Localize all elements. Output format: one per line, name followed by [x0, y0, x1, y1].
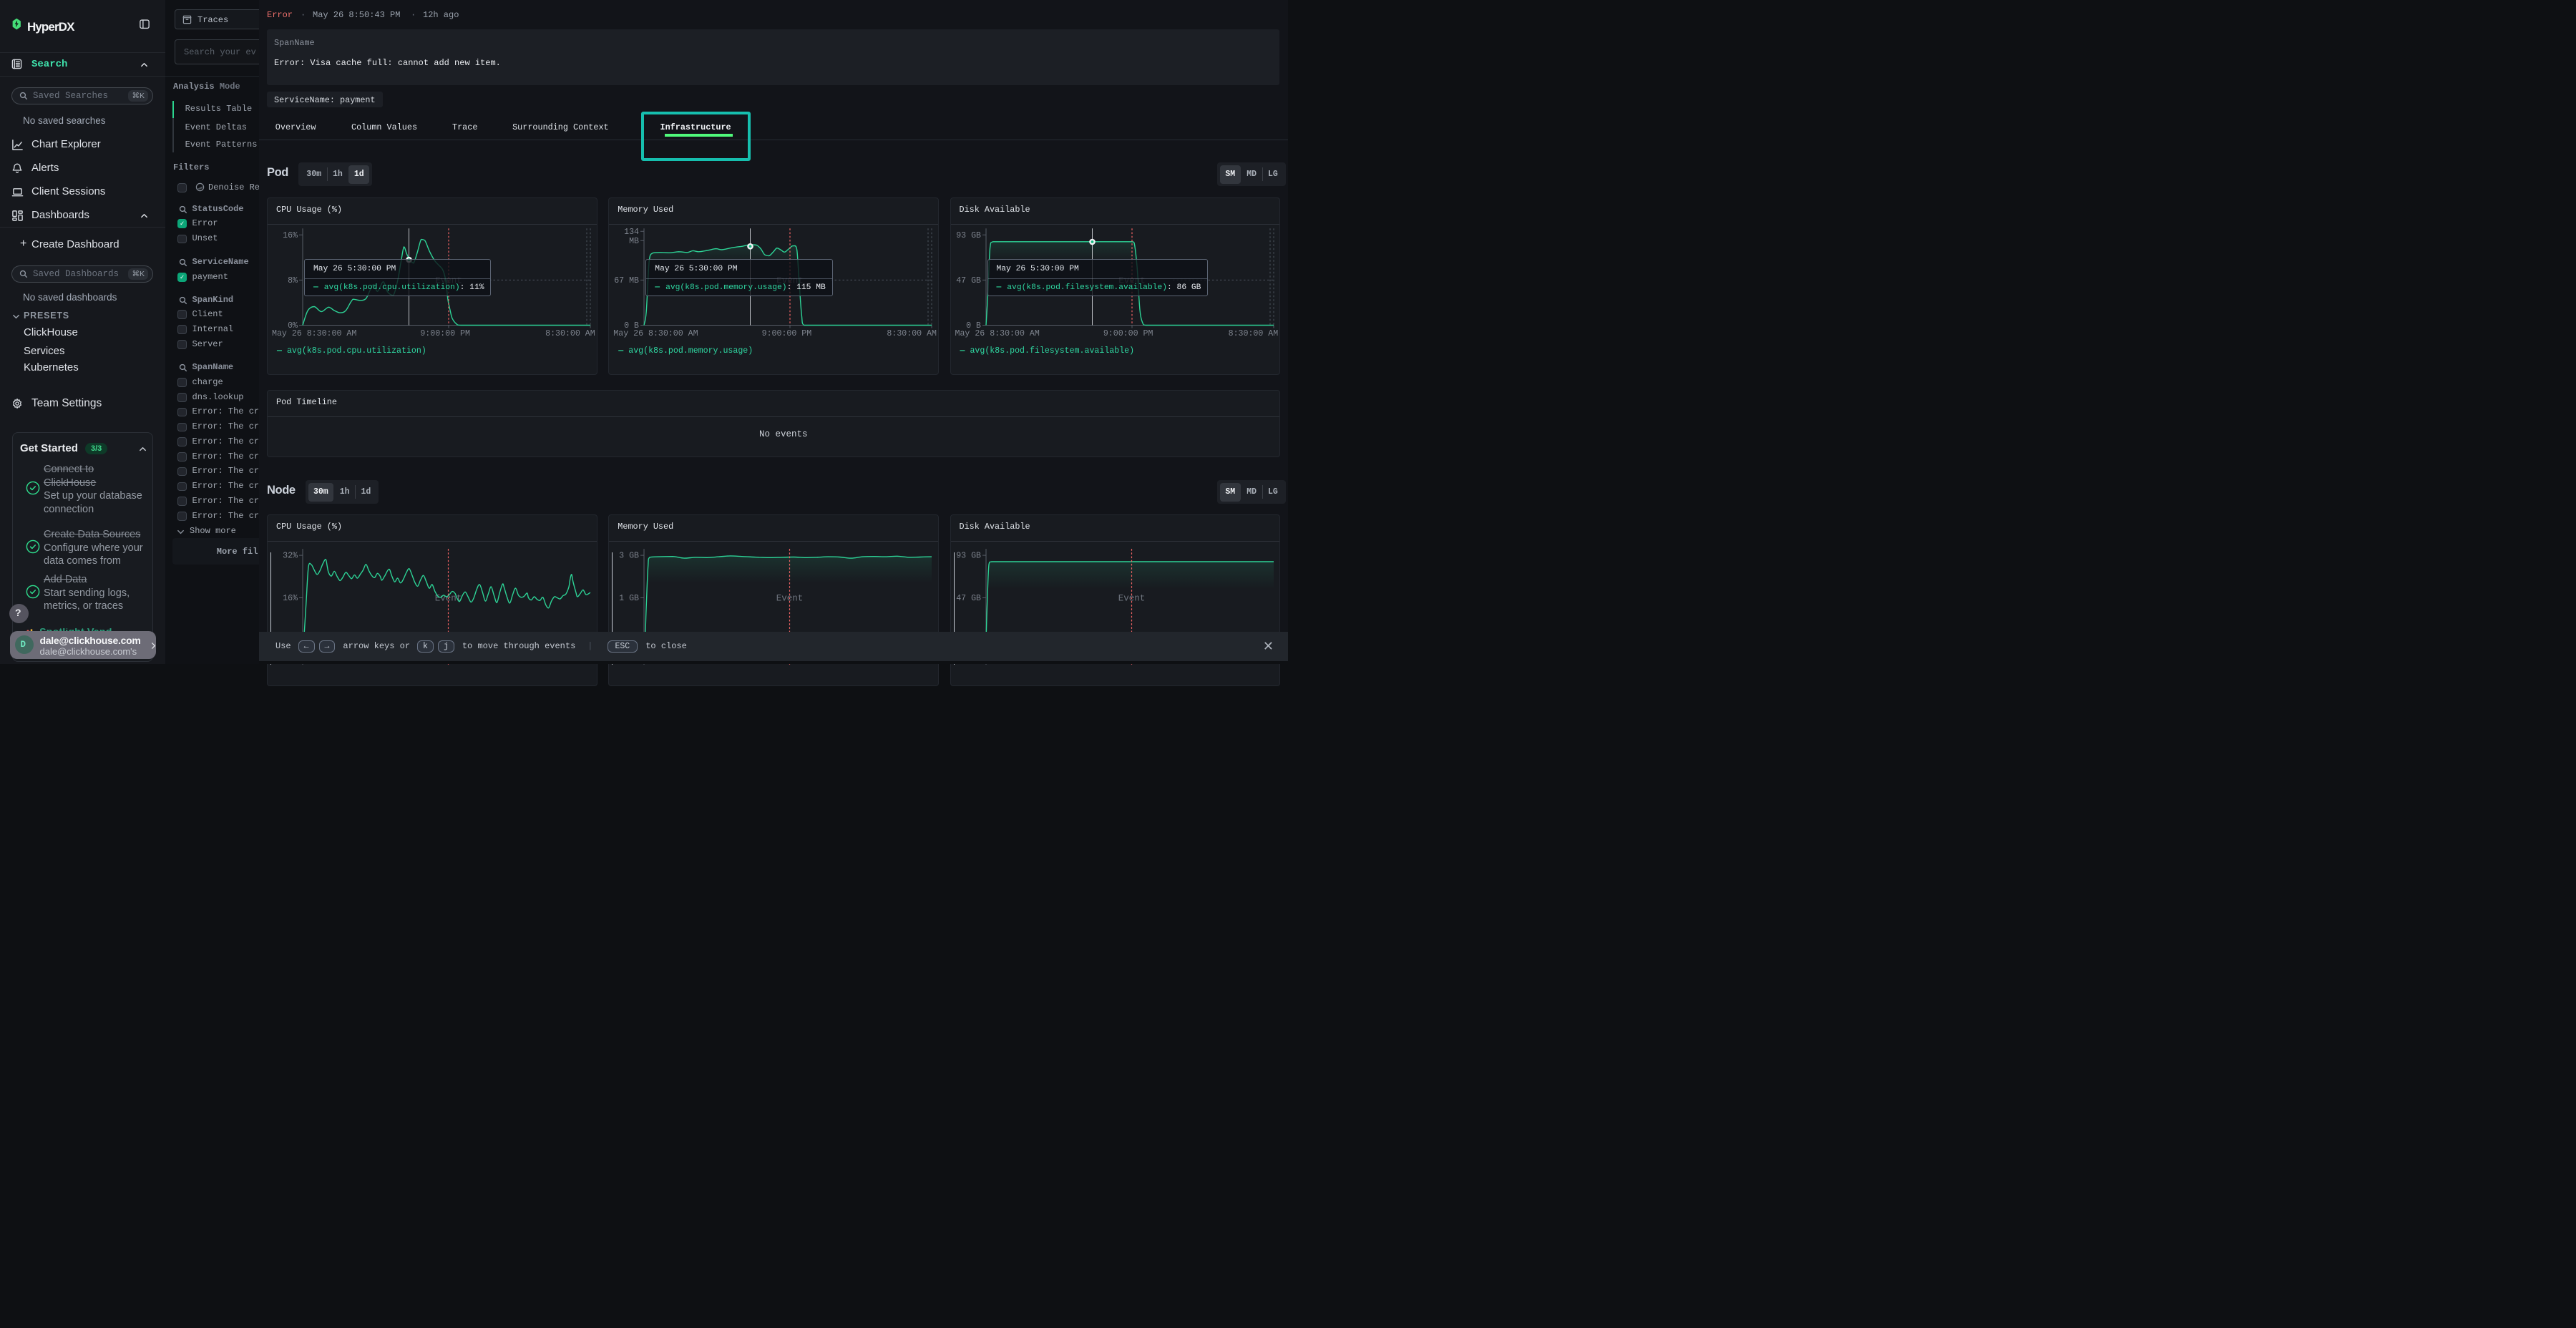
- svg-text:3 GB: 3 GB: [619, 552, 639, 561]
- svg-text:1 GB: 1 GB: [619, 594, 639, 603]
- svg-text:93 GB: 93 GB: [956, 230, 981, 240]
- svg-text:67 MB: 67 MB: [615, 275, 640, 285]
- svg-text:16%: 16%: [283, 230, 298, 240]
- svg-text:93 GB: 93 GB: [956, 552, 981, 561]
- svg-text:32%: 32%: [283, 552, 298, 561]
- svg-text:8%: 8%: [288, 275, 298, 285]
- svg-text:47 GB: 47 GB: [956, 594, 981, 603]
- svg-text:47 GB: 47 GB: [956, 275, 981, 285]
- svg-text:16%: 16%: [283, 594, 298, 603]
- svg-text:MB: MB: [629, 236, 639, 245]
- svg-text:134: 134: [624, 227, 639, 236]
